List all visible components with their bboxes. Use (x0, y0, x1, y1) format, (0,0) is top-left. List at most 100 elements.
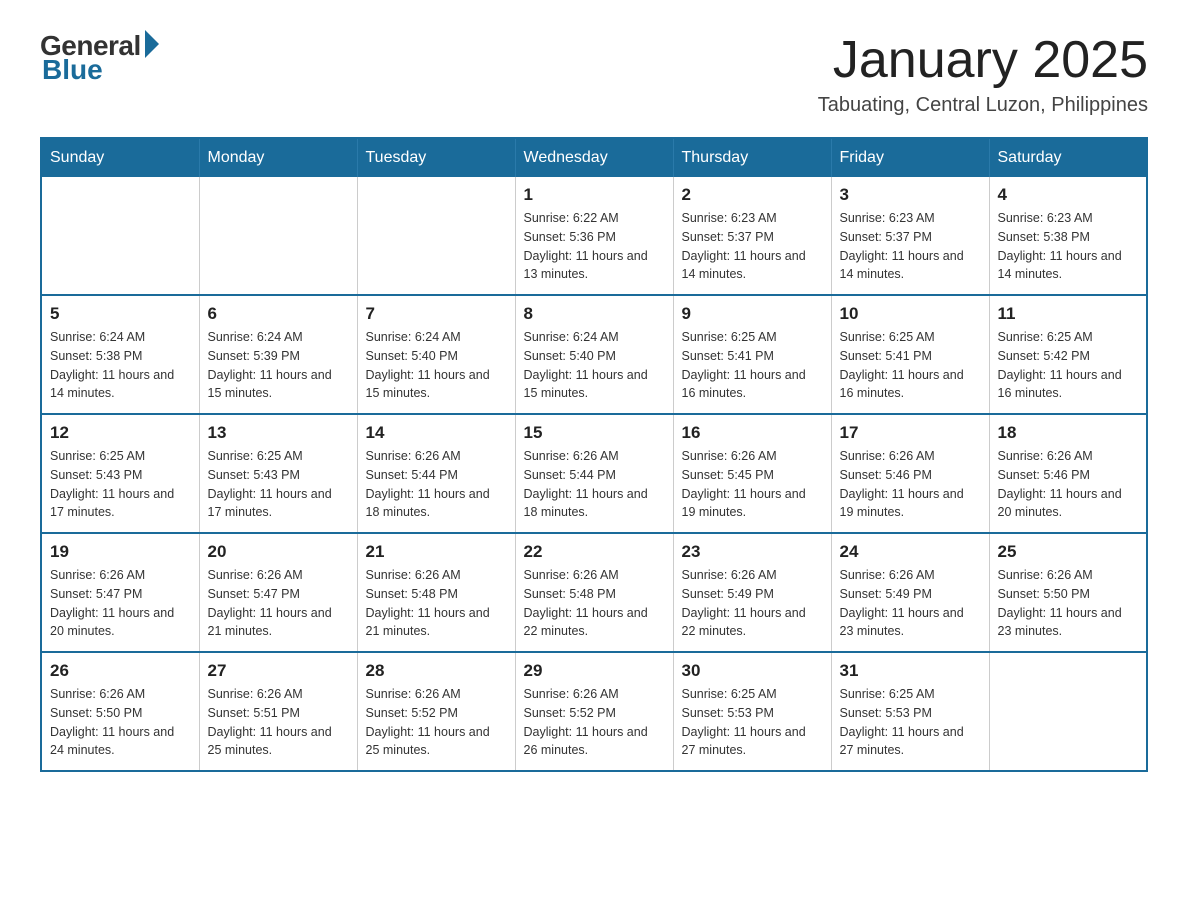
day-number: 24 (840, 542, 981, 562)
calendar-cell: 17Sunrise: 6:26 AMSunset: 5:46 PMDayligh… (831, 414, 989, 533)
calendar-cell (41, 177, 199, 295)
calendar-cell: 24Sunrise: 6:26 AMSunset: 5:49 PMDayligh… (831, 533, 989, 652)
calendar-week-5: 26Sunrise: 6:26 AMSunset: 5:50 PMDayligh… (41, 652, 1147, 771)
weekday-header-thursday: Thursday (673, 138, 831, 177)
calendar-cell: 23 Sunrise: 6:26 AMSunset: 5:49 PMDayligh… (673, 533, 831, 652)
day-number: 13 (208, 423, 349, 443)
day-number: 21 (366, 542, 507, 562)
day-info: Sunrise: 6:26 AMSunset: 5:52 PMDaylight:… (524, 685, 665, 760)
calendar-cell: 14 Sunrise: 6:26 AMSunset: 5:44 PMDayligh… (357, 414, 515, 533)
calendar-cell: 11 Sunrise: 6:25 AMSunset: 5:42 PMDayligh… (989, 295, 1147, 414)
calendar-cell: 21 Sunrise: 6:26 AMSunset: 5:48 PMDayligh… (357, 533, 515, 652)
calendar-cell: 9 Sunrise: 6:25 AMSunset: 5:41 PMDaylight… (673, 295, 831, 414)
calendar-cell: 29 Sunrise: 6:26 AMSunset: 5:52 PMDayligh… (515, 652, 673, 771)
day-number: 6 (208, 304, 349, 324)
weekday-header-monday: Monday (199, 138, 357, 177)
calendar-cell: 7 Sunrise: 6:24 AMSunset: 5:40 PMDaylight… (357, 295, 515, 414)
day-number: 15 (524, 423, 665, 443)
calendar-cell: 25 Sunrise: 6:26 AMSunset: 5:50 PMDayligh… (989, 533, 1147, 652)
day-number: 29 (524, 661, 665, 681)
day-info: Sunrise: 6:26 AMSunset: 5:47 PMDaylight:… (208, 566, 349, 641)
calendar-cell: 16 Sunrise: 6:26 AMSunset: 5:45 PMDayligh… (673, 414, 831, 533)
day-number: 7 (366, 304, 507, 324)
day-info: Sunrise: 6:26 AMSunset: 5:48 PMDaylight:… (366, 566, 507, 641)
day-info: Sunrise: 6:26 AMSunset: 5:44 PMDaylight:… (366, 447, 507, 522)
weekday-header-tuesday: Tuesday (357, 138, 515, 177)
logo: General Blue (40, 30, 159, 86)
day-info: Sunrise: 6:23 AMSunset: 5:38 PMDaylight:… (998, 209, 1139, 284)
day-number: 30 (682, 661, 823, 681)
calendar-cell (989, 652, 1147, 771)
day-number: 5 (50, 304, 191, 324)
day-info: Sunrise: 6:25 AMSunset: 5:53 PMDaylight:… (840, 685, 981, 760)
logo-blue-text: Blue (42, 54, 103, 86)
calendar-cell (199, 177, 357, 295)
day-info: Sunrise: 6:26 AMSunset: 5:44 PMDaylight:… (524, 447, 665, 522)
calendar-cell: 2 Sunrise: 6:23 AMSunset: 5:37 PMDaylight… (673, 177, 831, 295)
day-number: 22 (524, 542, 665, 562)
weekday-header-row: SundayMondayTuesdayWednesdayThursdayFrid… (41, 138, 1147, 177)
calendar-cell: 19Sunrise: 6:26 AMSunset: 5:47 PMDayligh… (41, 533, 199, 652)
calendar-week-4: 19 Sunrise: 6:26 AMSunset: 5:47 PMDayligh… (41, 533, 1147, 652)
calendar-cell: 22 Sunrise: 6:26 AMSunset: 5:48 PMDayligh… (515, 533, 673, 652)
day-number: 14 (366, 423, 507, 443)
day-info: Sunrise: 6:23 AMSunset: 5:37 PMDaylight:… (840, 209, 981, 284)
calendar-week-3: 12 Sunrise: 6:25 AMSunset: 5:43 PMDayligh… (41, 414, 1147, 533)
calendar-cell: 27Sunrise: 6:26 AMSunset: 5:51 PMDayligh… (199, 652, 357, 771)
calendar-cell: 18 Sunrise: 6:26 AMSunset: 5:46 PMDayligh… (989, 414, 1147, 533)
day-number: 19 (50, 542, 191, 562)
day-info: Sunrise: 6:25 AMSunset: 5:41 PMDaylight:… (682, 328, 823, 403)
month-title: January 2025 (818, 30, 1148, 90)
day-info: Sunrise: 6:23 AMSunset: 5:37 PMDaylight:… (682, 209, 823, 284)
day-number: 20 (208, 542, 349, 562)
day-info: Sunrise: 6:26 AMSunset: 5:52 PMDaylight:… (366, 685, 507, 760)
calendar-cell: 3 Sunrise: 6:23 AMSunset: 5:37 PMDaylight… (831, 177, 989, 295)
day-number: 11 (998, 304, 1139, 324)
day-number: 8 (524, 304, 665, 324)
day-info: Sunrise: 6:24 AMSunset: 5:38 PMDaylight:… (50, 328, 191, 403)
day-info: Sunrise: 6:26 AMSunset: 5:50 PMDaylight:… (998, 566, 1139, 641)
day-info: Sunrise: 6:24 AMSunset: 5:40 PMDaylight:… (366, 328, 507, 403)
day-info: Sunrise: 6:25 AMSunset: 5:43 PMDaylight:… (50, 447, 191, 522)
day-number: 3 (840, 185, 981, 205)
day-number: 16 (682, 423, 823, 443)
day-number: 31 (840, 661, 981, 681)
day-number: 1 (524, 185, 665, 205)
day-info: Sunrise: 6:26 AMSunset: 5:48 PMDaylight:… (524, 566, 665, 641)
day-number: 26 (50, 661, 191, 681)
calendar-cell: 30 Sunrise: 6:25 AMSunset: 5:53 PMDayligh… (673, 652, 831, 771)
logo-arrow-icon (145, 30, 159, 58)
day-info: Sunrise: 6:25 AMSunset: 5:53 PMDaylight:… (682, 685, 823, 760)
calendar-cell: 20 Sunrise: 6:26 AMSunset: 5:47 PMDayligh… (199, 533, 357, 652)
day-number: 12 (50, 423, 191, 443)
calendar-cell: 8 Sunrise: 6:24 AMSunset: 5:40 PMDaylight… (515, 295, 673, 414)
day-number: 9 (682, 304, 823, 324)
calendar-week-2: 5 Sunrise: 6:24 AMSunset: 5:38 PMDaylight… (41, 295, 1147, 414)
location-text: Tabuating, Central Luzon, Philippines (818, 94, 1148, 117)
weekday-header-sunday: Sunday (41, 138, 199, 177)
day-number: 10 (840, 304, 981, 324)
day-info: Sunrise: 6:26 AMSunset: 5:46 PMDaylight:… (998, 447, 1139, 522)
page-header: General Blue January 2025 Tabuating, Cen… (40, 30, 1148, 117)
title-area: January 2025 Tabuating, Central Luzon, P… (818, 30, 1148, 117)
day-info: Sunrise: 6:26 AMSunset: 5:46 PMDaylight:… (840, 447, 981, 522)
calendar-cell: 1Sunrise: 6:22 AMSunset: 5:36 PMDaylight… (515, 177, 673, 295)
calendar-table: SundayMondayTuesdayWednesdayThursdayFrid… (40, 137, 1148, 772)
calendar-cell: 15 Sunrise: 6:26 AMSunset: 5:44 PMDayligh… (515, 414, 673, 533)
calendar-cell: 4 Sunrise: 6:23 AMSunset: 5:38 PMDaylight… (989, 177, 1147, 295)
calendar-cell: 31 Sunrise: 6:25 AMSunset: 5:53 PMDayligh… (831, 652, 989, 771)
day-number: 23 (682, 542, 823, 562)
day-number: 27 (208, 661, 349, 681)
day-info: Sunrise: 6:26 AMSunset: 5:45 PMDaylight:… (682, 447, 823, 522)
day-info: Sunrise: 6:25 AMSunset: 5:41 PMDaylight:… (840, 328, 981, 403)
day-info: Sunrise: 6:25 AMSunset: 5:42 PMDaylight:… (998, 328, 1139, 403)
day-number: 18 (998, 423, 1139, 443)
day-number: 25 (998, 542, 1139, 562)
day-number: 4 (998, 185, 1139, 205)
calendar-cell: 12 Sunrise: 6:25 AMSunset: 5:43 PMDayligh… (41, 414, 199, 533)
day-number: 2 (682, 185, 823, 205)
calendar-cell: 13Sunrise: 6:25 AMSunset: 5:43 PMDayligh… (199, 414, 357, 533)
calendar-week-1: 1Sunrise: 6:22 AMSunset: 5:36 PMDaylight… (41, 177, 1147, 295)
day-info: Sunrise: 6:26 AMSunset: 5:49 PMDaylight:… (682, 566, 823, 641)
day-info: Sunrise: 6:24 AMSunset: 5:40 PMDaylight:… (524, 328, 665, 403)
